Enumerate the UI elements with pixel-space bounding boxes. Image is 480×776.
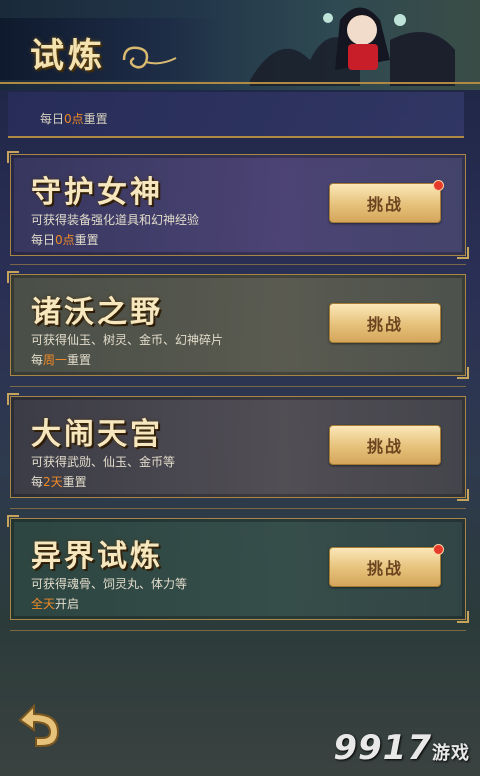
card-reset-text: 每2天重置: [31, 473, 87, 490]
card-reset-text: 全天开启: [31, 595, 79, 612]
partial-reset-text: 每日0点重置: [40, 110, 108, 127]
reset-suffix: 重置: [74, 233, 99, 247]
notification-dot: [433, 180, 444, 191]
challenge-button[interactable]: 挑战: [329, 303, 441, 343]
header: 试炼: [0, 0, 480, 90]
header-divider: [0, 82, 480, 84]
challenge-button-label: 挑战: [366, 195, 403, 214]
challenge-button-label: 挑战: [366, 315, 403, 334]
card-title: 诸沃之野: [31, 295, 163, 330]
card-title: 守护女神: [31, 175, 163, 210]
challenge-button[interactable]: 挑战: [329, 180, 444, 223]
watermark-sub: 游戏: [432, 743, 470, 764]
notification-dot: [433, 544, 444, 555]
challenge-button-label: 挑战: [366, 437, 403, 456]
trial-card-otherworld-trial: 异界试炼 可获得魂骨、饲灵丸、体力等 全天开启 挑战: [7, 515, 469, 623]
cloud-swirl-icon: [122, 46, 177, 69]
reset-highlight: 全天: [31, 597, 56, 611]
reset-prefix: 每: [31, 475, 44, 489]
card-description: 可获得魂骨、饲灵丸、体力等: [31, 577, 188, 591]
page-title: 试炼: [30, 36, 106, 76]
card-description: 可获得仙玉、树灵、金币、幻神碎片: [31, 333, 224, 347]
reset-highlight: 0点: [64, 112, 84, 126]
reset-highlight: 2天: [43, 475, 63, 489]
partial-card: 每日0点重置: [8, 92, 464, 138]
trial-card-zhuwo-field: 诸沃之野 可获得仙玉、树灵、金币、幻神碎片 每周一重置 挑战: [7, 271, 469, 379]
card-description: 可获得装备强化道具和幻神经验: [31, 213, 200, 227]
reset-suffix: 重置: [62, 475, 87, 489]
trial-card-havoc-heaven: 大闹天宫 可获得武勋、仙玉、金币等 每2天重置 挑战: [7, 393, 469, 501]
watermark-main: 9917: [333, 728, 432, 768]
card-divider: [10, 630, 466, 631]
reset-prefix: 每日: [31, 233, 56, 247]
card-reset-text: 每日0点重置: [31, 231, 99, 248]
character-art: [250, 7, 455, 86]
reset-prefix: 每日: [40, 112, 65, 126]
back-arrow-icon[interactable]: [14, 700, 66, 752]
card-title: 异界试炼: [31, 539, 163, 574]
reset-highlight: 周一: [43, 353, 68, 367]
watermark: 9917游戏: [333, 728, 470, 768]
reset-highlight: 0点: [55, 233, 75, 247]
reset-prefix: 每: [31, 353, 44, 367]
challenge-button[interactable]: 挑战: [329, 425, 441, 465]
reset-suffix: 重置: [83, 112, 108, 126]
challenge-button-label: 挑战: [366, 559, 403, 578]
card-title: 大闹天宫: [31, 417, 163, 452]
reset-suffix: 开启: [55, 597, 80, 611]
trial-card-guardian-goddess: 守护女神 可获得装备强化道具和幻神经验 每日0点重置 挑战: [7, 151, 469, 259]
card-reset-text: 每周一重置: [31, 351, 91, 368]
reset-suffix: 重置: [67, 353, 92, 367]
card-divider: [10, 386, 466, 387]
card-divider: [10, 264, 466, 265]
challenge-button[interactable]: 挑战: [329, 544, 444, 587]
card-description: 可获得武勋、仙玉、金币等: [31, 455, 176, 469]
card-divider: [10, 508, 466, 509]
